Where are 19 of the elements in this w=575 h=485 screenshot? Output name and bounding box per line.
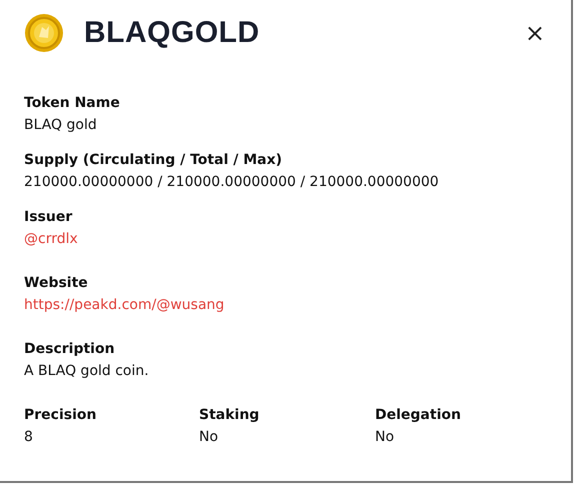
field-value: 210000.00000000 / 210000.00000000 / 210000.00000000 (24, 173, 440, 192)
field-link[interactable]: @crrdlx (24, 228, 78, 250)
field-label: Website (24, 274, 89, 293)
close-button[interactable]: × (522, 21, 547, 45)
field-value: BLAQ gold (24, 116, 98, 135)
dialog-title: BLAQGOLD (84, 16, 261, 50)
field-link[interactable]: https://peakd.com/@wusang (24, 294, 224, 316)
field-label: Precision (24, 406, 98, 425)
coin-icon (24, 13, 64, 53)
field-label: Description (24, 340, 116, 359)
field-label: Token Name (24, 94, 121, 113)
field-value: 8 (24, 428, 34, 447)
field-value: A BLAQ gold coin. (24, 362, 150, 381)
field-value: No (199, 428, 220, 447)
field-label: Supply (Circulating / Total / Max) (24, 151, 284, 170)
field-label: Issuer (24, 208, 74, 227)
field-label: Delegation (375, 406, 462, 425)
field-label: Staking (199, 406, 260, 425)
field-value: No (375, 428, 396, 447)
